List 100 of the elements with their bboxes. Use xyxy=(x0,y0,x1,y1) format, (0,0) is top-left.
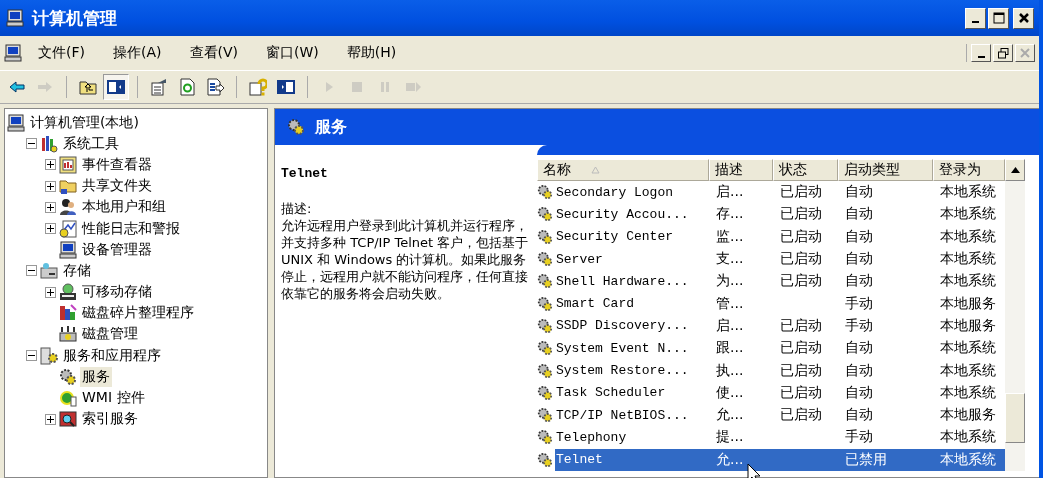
column-header[interactable]: 描述 xyxy=(709,159,773,181)
table-cell: 自动 xyxy=(845,183,873,202)
gears-icon xyxy=(537,316,553,335)
service-name: Smart Card xyxy=(555,295,635,313)
expand-toggle[interactable] xyxy=(45,180,56,192)
menu-item[interactable]: 文件(F) xyxy=(26,41,97,65)
close-button[interactable] xyxy=(1013,7,1034,29)
minimize-button[interactable] xyxy=(965,7,986,29)
expand-toggle[interactable] xyxy=(45,413,56,425)
scrollbar[interactable] xyxy=(1005,181,1025,471)
tree-item[interactable]: WMI 控件 xyxy=(80,388,147,409)
toolbar-button[interactable] xyxy=(103,74,129,100)
expand-toggle[interactable] xyxy=(45,201,56,213)
tree-item[interactable]: 存储 xyxy=(61,260,93,281)
tree-item[interactable]: 计算机管理(本地) xyxy=(28,112,141,133)
table-row[interactable]: Server 支... 已启动 自动 本地系统 xyxy=(555,247,1005,271)
table-row[interactable]: Secondary Logon 启... 已启动 自动 本地系统 xyxy=(555,181,1005,204)
table-row[interactable]: SSDP Discovery... 启... 已启动 手动 本地服务 xyxy=(555,314,1005,338)
table-cell: 已启动 xyxy=(780,316,822,335)
scroll-up-button[interactable] xyxy=(1005,159,1025,181)
menu-item[interactable]: 帮助(H) xyxy=(334,41,409,65)
selected-row[interactable]: Telnet 允... 已禁用 本地系统 xyxy=(555,448,1005,471)
collapse-toggle[interactable] xyxy=(26,350,37,362)
table-cell: 自动 xyxy=(845,383,873,402)
column-header[interactable]: 启动类型 xyxy=(838,159,933,181)
tree-item[interactable]: 磁盘碎片整理程序 xyxy=(80,303,196,324)
table-row[interactable]: Shell Hardware... 为... 已启动 自动 本地系统 xyxy=(555,270,1005,293)
table-cell: 监... xyxy=(716,227,744,246)
table-cell: 本地服务 xyxy=(940,406,996,425)
restore-button[interactable] xyxy=(993,44,1013,62)
tree-item[interactable]: 共享文件夹 xyxy=(80,176,154,197)
tree-item[interactable]: 索引服务 xyxy=(80,409,140,430)
table-cell: 提... xyxy=(716,428,744,447)
expand-toggle[interactable] xyxy=(45,159,56,171)
close-icon xyxy=(1020,48,1030,58)
column-header[interactable]: 状态 xyxy=(773,159,838,181)
table-row[interactable]: Task Scheduler 使... 已启动 自动 本地系统 xyxy=(555,381,1005,404)
tree-item[interactable]: 磁盘管理 xyxy=(80,324,140,345)
column-header[interactable]: 登录为 xyxy=(933,159,1005,181)
table-cell: 本地系统 xyxy=(940,383,996,402)
table-cell: 自动 xyxy=(845,406,873,425)
table-cell: 本地系统 xyxy=(940,250,996,269)
tree-item[interactable]: 事件查看器 xyxy=(80,154,154,175)
minimize-icon xyxy=(972,21,979,23)
table-cell: 本地系统 xyxy=(940,361,996,380)
menu-item[interactable]: 窗口(W) xyxy=(254,41,331,65)
table-row[interactable]: Security Accou... 存... 已启动 自动 本地系统 xyxy=(555,203,1005,226)
server-icon xyxy=(40,346,58,365)
export-list-icon xyxy=(206,78,224,96)
table-cell: 自动 xyxy=(845,227,873,246)
tree-item[interactable]: 设备管理器 xyxy=(80,239,154,260)
tree-item[interactable]: 服务 xyxy=(80,366,112,387)
collapse-toggle[interactable] xyxy=(26,265,37,277)
table-row[interactable]: System Restore... 执... 已启动 自动 本地系统 xyxy=(555,359,1005,382)
maximize-button[interactable] xyxy=(988,7,1009,29)
column-header[interactable]: 名称 xyxy=(537,159,709,181)
service-name: Telnet xyxy=(281,165,329,182)
table-cell: 使... xyxy=(716,383,744,402)
menu-item[interactable]: 查看(V) xyxy=(177,41,250,65)
table-cell: 本地系统 xyxy=(940,428,996,447)
table-cell: 允... xyxy=(716,406,744,425)
table-cell: 支... xyxy=(716,250,744,269)
table-row[interactable]: Telephony 提... 手动 本地系统 xyxy=(555,426,1005,449)
computer-icon xyxy=(59,240,77,259)
table-cell: 本地系统 xyxy=(940,183,996,202)
users-icon xyxy=(59,198,77,217)
close-icon xyxy=(1017,12,1030,24)
service-name: TCP/IP NetBIOS... xyxy=(555,406,690,424)
table-row[interactable]: TCP/IP NetBIOS... 允... 已启动 自动 本地服务 xyxy=(555,403,1005,427)
gears-icon xyxy=(537,250,553,269)
tree-item[interactable]: 服务和应用程序 xyxy=(61,345,163,366)
minimize-button[interactable] xyxy=(971,44,991,62)
expand-toggle[interactable] xyxy=(45,223,56,235)
menu-item[interactable]: 操作(A) xyxy=(101,41,174,65)
disk-icon xyxy=(59,325,77,344)
description-text: 允许远程用户登录到此计算机并运行程序，并支持多种 TCP/IP Telnet 客户，包括基于 UNIX 和 Windows 的计算机。如果此服务停止，远程用户就不能访问程序，任何直接依靠它的服务将会启动失败。 xyxy=(281,217,530,302)
tree-item[interactable]: 可移动存储 xyxy=(80,282,154,303)
table-cell: 自动 xyxy=(845,361,873,380)
plus-icon xyxy=(47,225,54,233)
scroll-thumb[interactable] xyxy=(1005,393,1025,443)
table-cell: 自动 xyxy=(845,339,873,358)
expand-toggle[interactable] xyxy=(45,286,56,298)
gears-icon xyxy=(537,272,553,291)
table-row[interactable]: Security Center 监... 已启动 自动 本地系统 xyxy=(555,225,1005,248)
table-cell: 已启动 xyxy=(780,272,822,291)
tree-item[interactable]: 本地用户和组 xyxy=(80,197,168,218)
collapse-toggle[interactable] xyxy=(26,138,37,150)
table-cell: 本地系统 xyxy=(940,205,996,224)
chart-icon xyxy=(59,219,77,238)
up-folder-icon xyxy=(79,78,97,96)
sort-arrow-icon xyxy=(591,166,600,174)
table-cell: 已启动 xyxy=(780,361,822,380)
tree-item[interactable]: 系统工具 xyxy=(61,133,121,154)
tree-item[interactable]: 性能日志和警报 xyxy=(80,218,182,239)
table-row[interactable]: Smart Card 管... 手动 本地服务 xyxy=(555,292,1005,315)
event-log-icon xyxy=(59,155,77,174)
gears-icon xyxy=(537,183,553,202)
defrag-icon xyxy=(59,304,77,323)
table-row[interactable]: System Event N... 跟... 已启动 自动 本地系统 xyxy=(555,337,1005,360)
table-cell: 自动 xyxy=(845,205,873,224)
